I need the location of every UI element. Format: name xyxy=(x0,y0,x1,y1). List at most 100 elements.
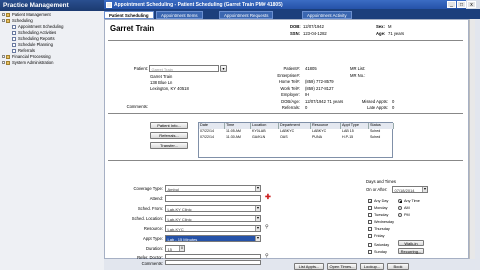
sex-label: Sex: xyxy=(376,24,385,29)
resource-select[interactable]: Lab-KYC ▼ xyxy=(165,225,261,232)
tuesday-checkbox[interactable] xyxy=(368,213,372,217)
am-radio[interactable] xyxy=(398,206,402,210)
grid-cell-department[interactable]: LABKYC xyxy=(279,129,311,134)
grid-cell-time[interactable]: 11:30 AM xyxy=(225,135,251,140)
grid-header-status[interactable]: Status xyxy=(369,123,394,129)
any-day-checkbox[interactable] xyxy=(368,199,372,204)
dob-value: 12/07/1942 xyxy=(303,24,324,29)
nav-item-appointment-scheduling[interactable]: Appointment Scheduling xyxy=(12,24,63,30)
nav-item-scheduling-activities[interactable]: Scheduling Activities xyxy=(12,30,56,36)
folder-icon xyxy=(6,18,10,23)
nav-item-patient-management[interactable]: Patient Management xyxy=(2,12,51,18)
grid-cell-department[interactable]: OAS xyxy=(279,135,311,140)
grid-cell-location[interactable]: KY0LAB xyxy=(251,129,279,134)
maximize-button[interactable]: □ xyxy=(457,1,466,8)
coverage-type-select[interactable]: Ambul ▼ xyxy=(165,185,261,192)
sched-location-select[interactable]: Lab-KY Clinic ▼ xyxy=(165,215,261,222)
grid-cell-date[interactable]: 07/22/14 xyxy=(199,129,225,134)
grid-header-date[interactable]: Date xyxy=(199,123,225,129)
grid-cell-appt-type[interactable]: LAB 15 xyxy=(341,129,369,134)
section-divider xyxy=(108,113,463,114)
close-button[interactable]: x xyxy=(467,1,476,8)
vertical-scrollbar[interactable] xyxy=(469,19,475,259)
comments-label: Comments: xyxy=(126,104,148,109)
pm-label: PM xyxy=(404,213,410,217)
grid-cell-resource[interactable]: LABKYC xyxy=(311,129,341,134)
expand-icon[interactable] xyxy=(2,54,5,58)
list-appts-button[interactable]: List Appts... xyxy=(294,263,324,270)
window-titlebar[interactable]: Appointment Scheduling - Patient Schedul… xyxy=(104,0,466,9)
patient-search-input[interactable]: Garret Train xyxy=(149,65,219,72)
tab-patient-scheduling[interactable]: Patient Scheduling xyxy=(104,10,154,19)
grid-cell-time[interactable]: 11:05 AM xyxy=(225,129,251,134)
grid-cell-location[interactable]: GA/KLN xyxy=(251,135,279,140)
binoculars-icon[interactable]: ⚲ xyxy=(265,253,271,259)
sunday-checkbox[interactable] xyxy=(368,250,372,254)
chevron-down-icon[interactable]: ▼ xyxy=(255,206,260,211)
expand-icon[interactable] xyxy=(2,12,5,16)
any-time-radio[interactable] xyxy=(398,199,402,203)
saturday-checkbox[interactable] xyxy=(368,243,372,247)
grid-cell-status[interactable]: Sched xyxy=(369,129,394,134)
chevron-down-icon[interactable]: ▼ xyxy=(255,226,260,231)
grid-header-time[interactable]: Time xyxy=(225,123,251,129)
calendar-icon[interactable]: ▼ xyxy=(422,187,427,192)
grid-cell-status[interactable]: Sched xyxy=(369,135,394,140)
binoculars-icon[interactable]: ⚲ xyxy=(265,225,271,231)
pm-radio[interactable] xyxy=(398,213,402,217)
folder-icon xyxy=(6,12,10,17)
referrals-button[interactable]: Referrals... xyxy=(150,132,188,139)
grid-header-resource[interactable]: Resource xyxy=(311,123,341,129)
appt-type-label: Appt Type: xyxy=(143,236,163,241)
transfer-button[interactable]: Transfer... xyxy=(150,142,188,149)
sched-location-label: Sched. Location: xyxy=(131,216,163,221)
refer-doctor-label: Refer. Doctor: xyxy=(137,255,163,260)
duration-stepper[interactable]: 15 ⇕ xyxy=(165,245,185,252)
wednesday-checkbox[interactable] xyxy=(368,220,372,224)
sched-from-select[interactable]: Lab-KY Clinic ▼ xyxy=(165,205,261,212)
grid-cell-date[interactable]: 07/22/14 xyxy=(199,135,225,140)
nav-item-financial-processing[interactable]: Financial Processing xyxy=(2,54,51,60)
chevron-down-icon[interactable]: ▼ xyxy=(255,236,260,241)
form-comments-input[interactable] xyxy=(165,260,261,265)
expand-icon[interactable] xyxy=(2,60,5,64)
attend-input[interactable] xyxy=(165,195,261,202)
chevron-down-icon[interactable]: ▼ xyxy=(255,186,260,191)
grid-header-location[interactable]: Location xyxy=(251,123,279,129)
collapse-icon[interactable] xyxy=(2,18,5,22)
patient-info-button[interactable]: Patient Info... xyxy=(150,122,188,129)
nav-item-scheduling-reports[interactable]: Scheduling Reports xyxy=(12,36,55,42)
mr-number-label: MR No.: xyxy=(350,72,366,78)
required-plus-icon[interactable]: ✚ xyxy=(265,194,271,201)
patient-lookup-button[interactable]: ▾ xyxy=(220,65,227,72)
recurring-button[interactable]: Recurring... xyxy=(398,248,424,254)
walk-in-button[interactable]: Walk-in xyxy=(398,240,424,246)
grid-cell-appt-type[interactable]: H.P-15 xyxy=(341,135,369,140)
nav-item-scheduling[interactable]: Scheduling xyxy=(2,18,33,24)
chevron-down-icon[interactable]: ▼ xyxy=(255,216,260,221)
lookup-button[interactable]: Lookup... xyxy=(360,263,384,270)
nav-item-system-administration[interactable]: System Administration xyxy=(2,60,53,66)
appointments-grid[interactable]: Date Time Location Department Resource A… xyxy=(198,122,394,158)
tab-appointment-requests[interactable]: Appointment Requests xyxy=(219,10,274,19)
tab-appointment-activity[interactable]: Appointment Activity xyxy=(302,10,352,19)
nav-item-schedule-planning[interactable]: Schedule Planning xyxy=(12,42,53,48)
grid-cell-resource[interactable]: PUNA xyxy=(311,135,341,140)
appt-type-select[interactable]: Lab - 15 Minutes ▼ xyxy=(165,235,261,242)
nav-item-referrals[interactable]: Referrals xyxy=(12,48,35,54)
on-after-date-input[interactable]: 07/18/2014 ▼ xyxy=(392,186,428,193)
book-button[interactable]: Book xyxy=(387,263,409,270)
thursday-checkbox[interactable] xyxy=(368,227,372,231)
minimize-button[interactable]: _ xyxy=(447,1,456,8)
spinner-icon[interactable]: ⇕ xyxy=(179,246,184,251)
late-appts-value: 0 xyxy=(392,105,395,110)
tab-appointment-items[interactable]: Appointment Items xyxy=(156,10,203,19)
refer-doctor-input[interactable] xyxy=(165,254,261,259)
open-times-button[interactable]: Open Times... xyxy=(327,263,357,270)
monday-checkbox[interactable] xyxy=(368,206,372,210)
grid-header-appt-type[interactable]: Appt Type xyxy=(341,123,369,129)
friday-checkbox[interactable] xyxy=(368,234,372,238)
grid-header-department[interactable]: Department xyxy=(279,123,311,129)
nav-tree: Patient Management Scheduling Appointmen… xyxy=(0,11,104,270)
patient-number-label: Patient#: xyxy=(283,66,300,71)
